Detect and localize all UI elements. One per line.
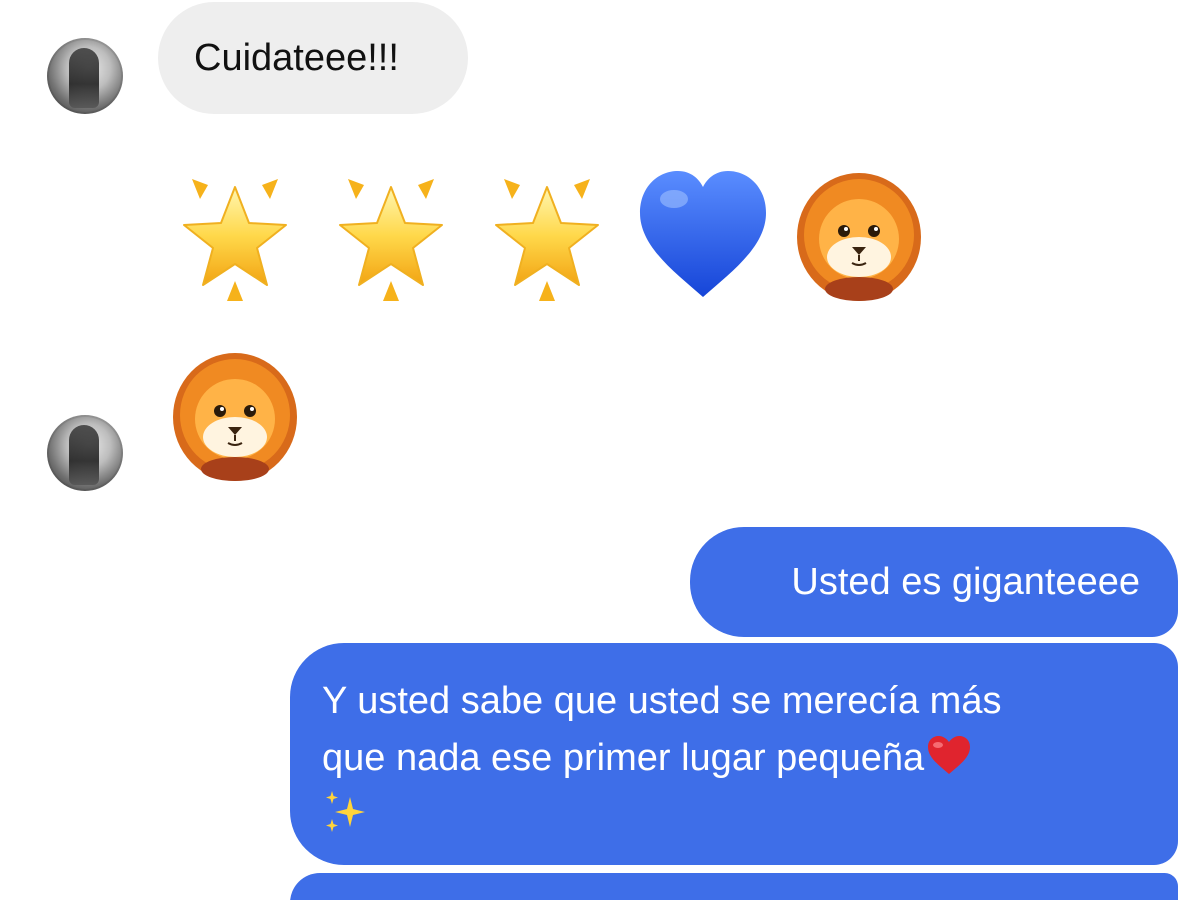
emoji-message[interactable] [168, 165, 926, 305]
outgoing-message-bubble[interactable]: Y usted sabe que usted se merecía más qu… [290, 643, 1178, 865]
contact-avatar[interactable] [47, 415, 123, 491]
emoji-message[interactable] [168, 345, 302, 485]
chat-conversation: Cuidateee!!! Usted es giganteeee Y usted… [0, 0, 1200, 900]
glowing-star-emoji [339, 179, 443, 301]
message-text-line: que nada ese primer lugar pequeña [322, 730, 1138, 787]
message-text-line: Y usted sabe que usted se merecía más [322, 680, 1002, 722]
blue-heart-emoji [640, 171, 766, 297]
glowing-star-emoji [183, 179, 287, 301]
message-text: que nada ese primer lugar pequeña [322, 737, 925, 779]
outgoing-message-bubble[interactable]: Usted es giganteeee [690, 527, 1178, 637]
incoming-message-bubble[interactable]: Cuidateee!!! [158, 2, 468, 114]
lion-face-emoji [173, 353, 297, 481]
lion-face-emoji [797, 173, 921, 301]
red-heart-emoji [928, 736, 971, 774]
message-text-line [322, 787, 1138, 844]
message-text: Cuidateee!!! [194, 36, 399, 79]
outgoing-message-bubble[interactable] [290, 873, 1178, 900]
contact-avatar[interactable] [47, 38, 123, 114]
sparkles-emoji [326, 791, 365, 832]
glowing-star-emoji [495, 179, 599, 301]
message-text: Usted es giganteeee [791, 561, 1140, 603]
